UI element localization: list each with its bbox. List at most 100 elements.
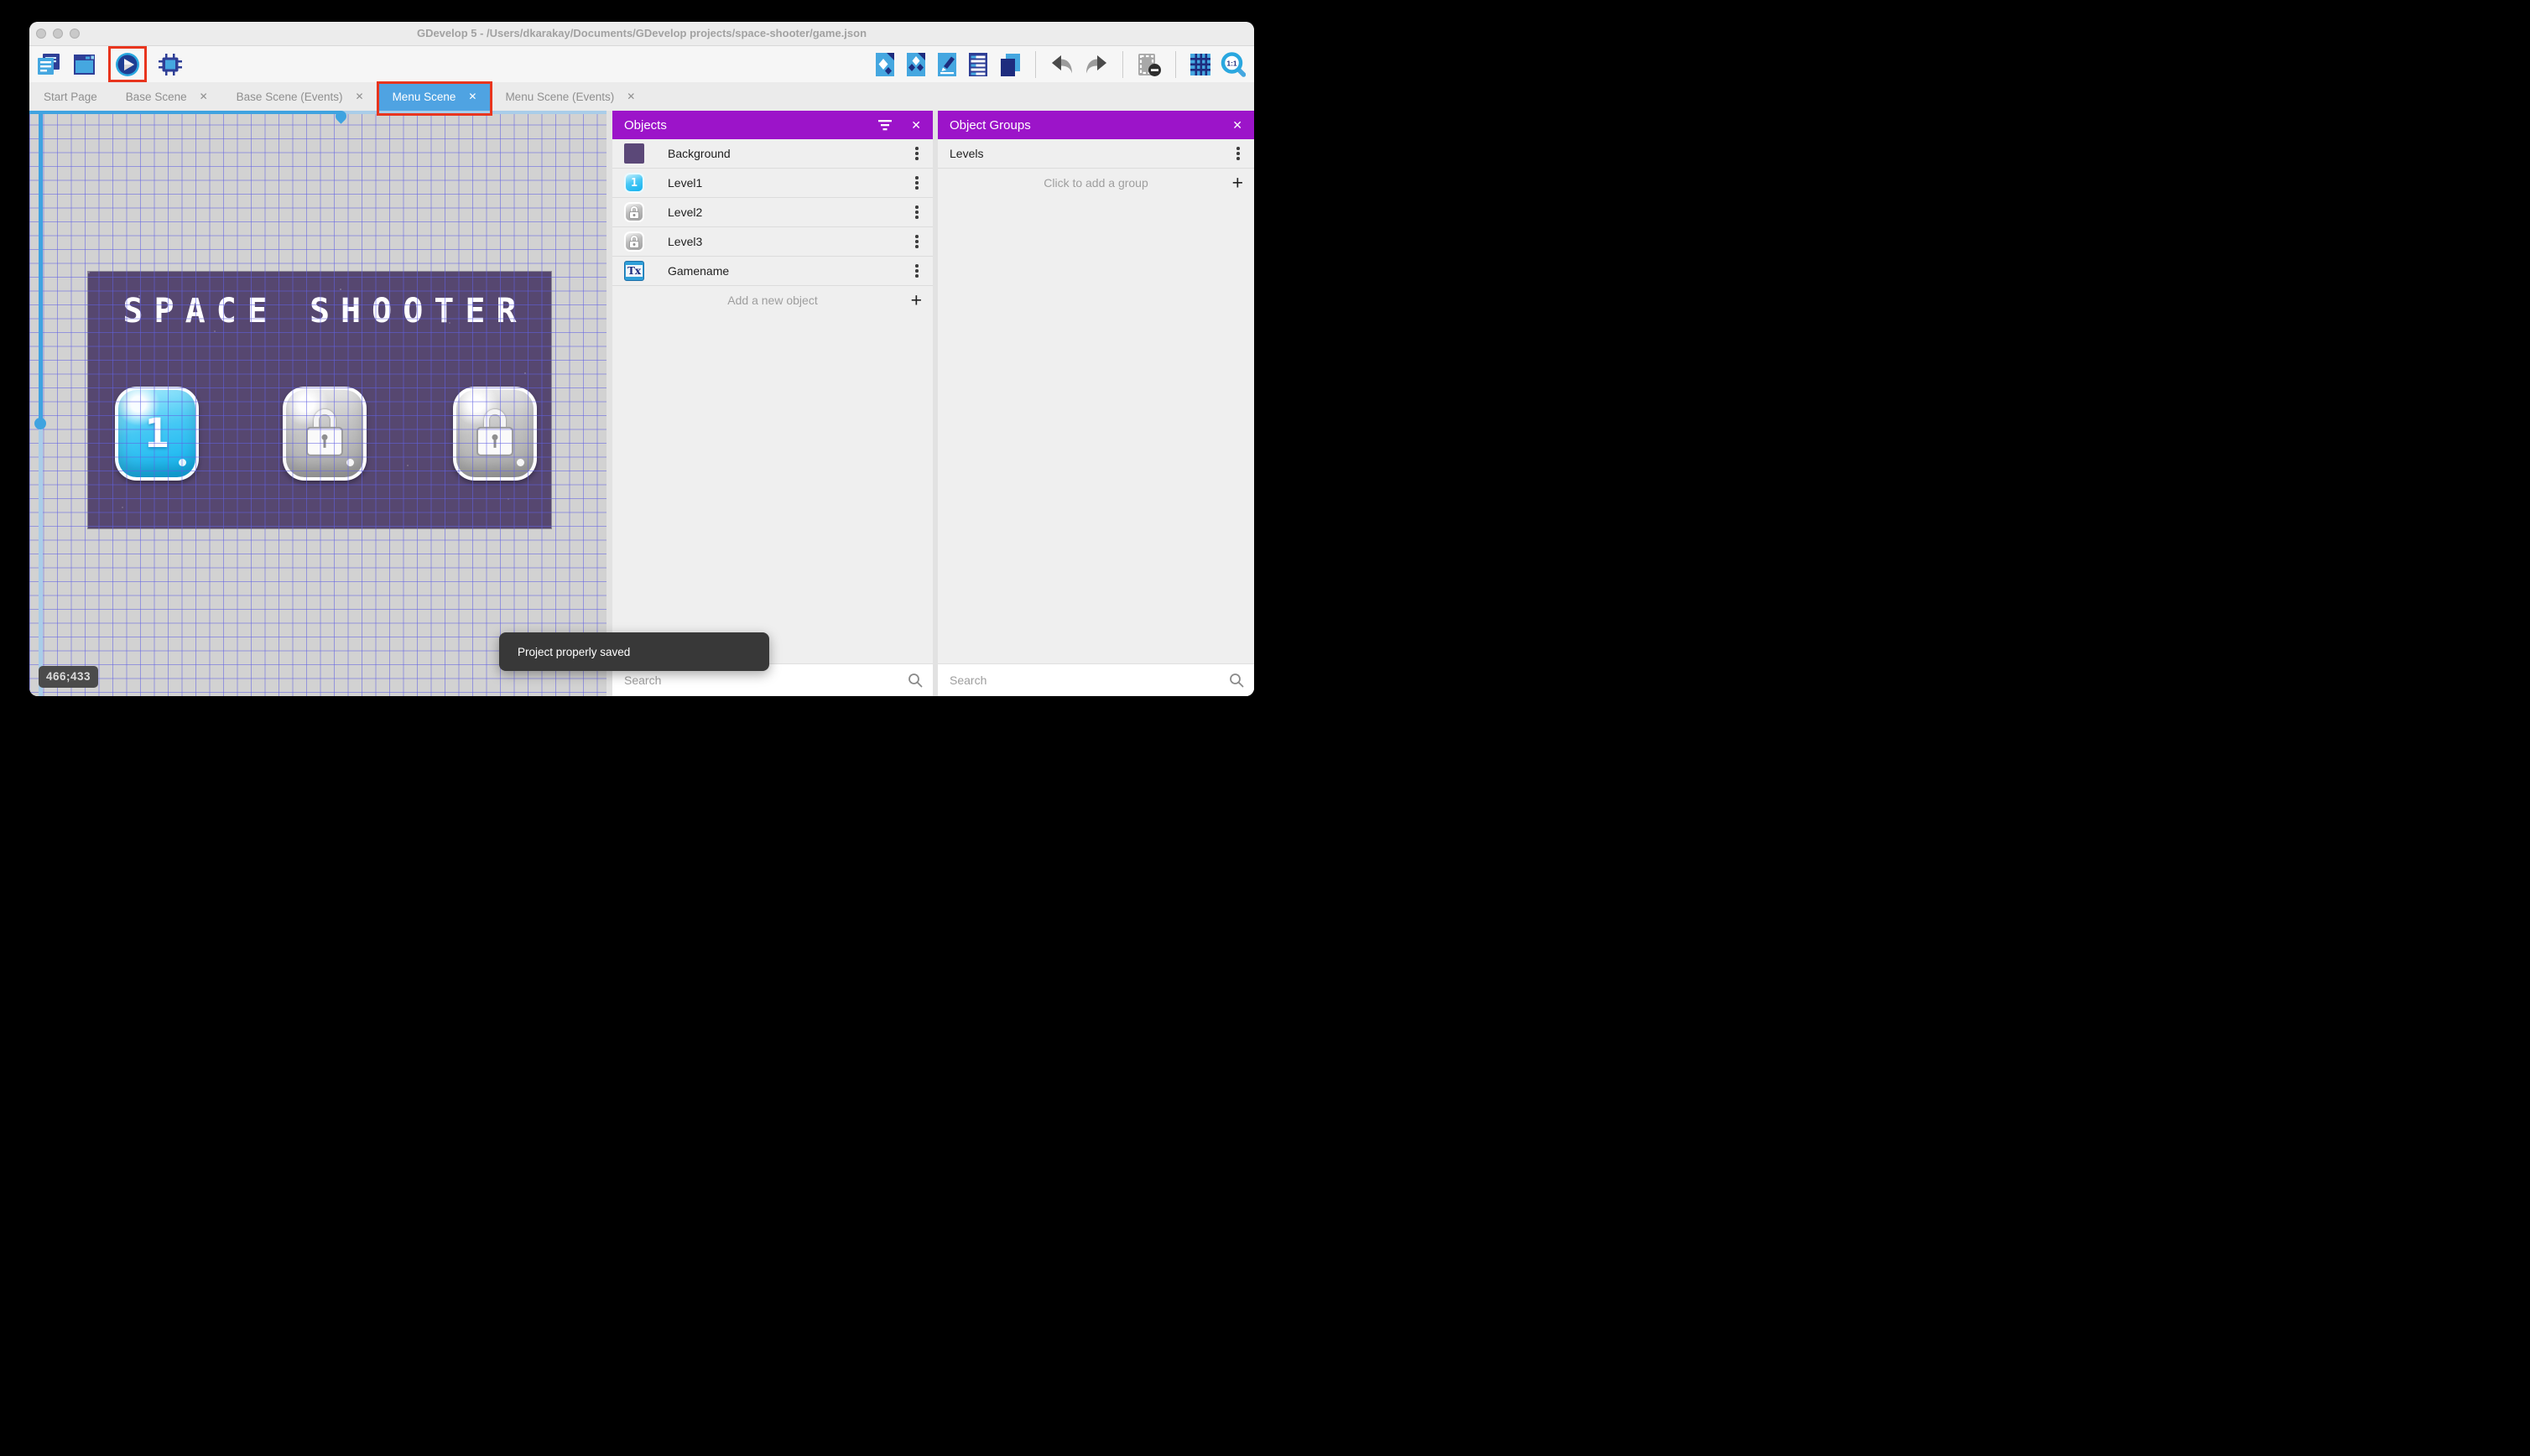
tab-start-page[interactable]: Start Page [29,82,112,111]
plus-icon[interactable]: + [1232,173,1243,193]
tab-menu-scene[interactable]: Menu Scene ✕ [376,81,493,116]
object-name: Gamename [668,264,730,278]
level2-button-instance[interactable] [283,387,367,481]
object-row-level2[interactable]: Level2 [612,198,933,227]
undo-icon [1049,55,1075,75]
close-window-button[interactable] [36,29,46,39]
toolbar-divider [1122,50,1123,78]
object-menu-kebab-icon[interactable] [909,144,924,163]
vertical-scrollbar-thumb[interactable] [34,418,46,429]
cursor-coordinates-badge: 466;433 [39,666,99,688]
object-row-level1[interactable]: 1 Level1 [612,169,933,198]
group-menu-kebab-icon[interactable] [1231,144,1246,163]
zoom-window-button[interactable] [70,29,80,39]
horizontal-scrollbar-track-fill [29,111,341,114]
grid-icon [1190,52,1211,77]
gloss-dot [517,459,524,466]
text-object-icon: Tx [626,265,643,277]
debugger-button[interactable] [158,53,183,76]
tab-label: Base Scene (Events) [236,90,343,103]
objects-panel-title: Objects [624,117,667,133]
scene-canvas[interactable]: SPACE SHOOTER 1 466;433 [29,111,606,696]
debugger-icon [158,53,183,76]
toggle-grid-button[interactable] [1190,52,1211,77]
plus-icon[interactable]: + [911,290,922,310]
objects-editor-icon [874,52,896,77]
tab-base-scene-events[interactable]: Base Scene (Events) ✕ [222,82,378,111]
object-menu-kebab-icon[interactable] [909,262,924,280]
tab-label: Menu Scene [392,90,456,103]
lock-icon [629,205,639,219]
tab-label: Base Scene [125,90,187,103]
level1-button-instance[interactable]: 1 [115,387,199,481]
toolbar-right-group: 1:1 [874,46,1246,82]
zoom-1-1-button[interactable]: 1:1 [1221,51,1246,77]
properties-button[interactable] [936,52,958,77]
object-row-gamename[interactable]: Tx Gamename [612,257,933,286]
gamename-thumbnail: Tx [624,261,644,281]
objects-search-input[interactable] [622,673,901,688]
scene-editor-button[interactable] [72,53,97,76]
group-row-levels[interactable]: Levels [938,139,1254,169]
object-menu-kebab-icon[interactable] [909,174,924,192]
object-row-background[interactable]: Background [612,139,933,169]
redo-icon [1084,55,1109,75]
vertical-scrollbar-track-fill [39,114,43,423]
horizontal-scrollbar-thumb[interactable] [333,111,349,124]
lock-icon [629,235,639,248]
background-thumbnail [624,143,644,164]
vertical-scrollbar[interactable] [34,114,46,696]
add-group-row[interactable]: Click to add a group + [938,169,1254,198]
toggle-mask-button[interactable] [1137,52,1162,77]
object-groups-list: Levels Click to add a group + [938,139,1254,198]
scene-window-icon [72,53,97,76]
window-title: GDevelop 5 - /Users/dkarakay/Documents/G… [416,27,867,39]
layers-editor-button[interactable] [998,52,1022,77]
close-panel-icon[interactable]: ✕ [911,119,921,131]
tab-menu-scene-events[interactable]: Menu Scene (Events) ✕ [491,82,649,111]
close-tab-icon[interactable]: ✕ [468,91,476,101]
objects-editor-button[interactable] [874,52,896,77]
instances-list-button[interactable] [967,52,989,77]
object-name: Background [668,147,731,160]
add-group-label: Click to add a group [1044,176,1148,190]
level1-thumbnail: 1 [624,173,644,193]
object-row-level3[interactable]: Level3 [612,227,933,257]
object-groups-editor-button[interactable] [905,52,927,77]
object-menu-kebab-icon[interactable] [909,203,924,221]
tab-base-scene[interactable]: Base Scene ✕ [112,82,222,111]
undo-button[interactable] [1049,55,1075,75]
objects-list: Background 1 Level1 Level2 Level3 Tx Gam… [612,139,933,315]
add-object-row[interactable]: Add a new object + [612,286,933,315]
project-manager-icon [36,53,61,76]
level3-button-instance[interactable] [453,387,537,481]
close-tab-icon[interactable]: ✕ [356,91,364,101]
traffic-lights [36,29,80,39]
game-title-instance[interactable]: SPACE SHOOTER [88,292,551,330]
level3-thumbnail [624,231,644,252]
project-manager-button[interactable] [36,53,61,76]
toolbar-divider [1035,50,1036,78]
instances-list-icon [967,52,989,77]
object-menu-kebab-icon[interactable] [909,232,924,251]
object-groups-search-input[interactable] [948,673,1222,688]
toolbar-left-group [36,46,183,82]
level2-thumbnail [624,202,644,222]
filter-icon[interactable] [877,119,893,131]
minimize-window-button[interactable] [53,29,63,39]
object-name: Level2 [668,205,703,219]
preview-play-button[interactable] [114,52,141,77]
starfield [88,272,90,273]
horizontal-scrollbar[interactable] [29,111,606,124]
close-tab-icon[interactable]: ✕ [200,91,208,101]
redo-button[interactable] [1084,55,1109,75]
close-panel-icon[interactable]: ✕ [1232,119,1242,131]
layers-icon [998,52,1022,77]
play-icon [114,52,141,77]
main-toolbar: 1:1 [29,46,1254,82]
zoom-1-1-icon: 1:1 [1221,51,1246,77]
gloss-dot [346,459,354,466]
lock-icon [476,408,513,456]
close-tab-icon[interactable]: ✕ [627,91,635,101]
object-groups-panel-header: Object Groups ✕ [938,111,1254,139]
